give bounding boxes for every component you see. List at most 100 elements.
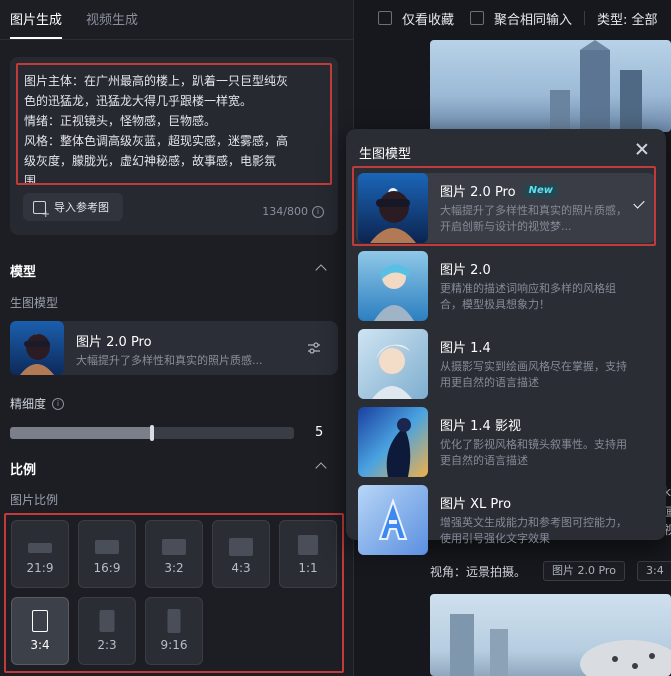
model-option-xl-pro[interactable]: 图片 XL Pro 增强英文生成能力和参考图可控能力，使用引号强化文字效果 — [356, 485, 656, 555]
ratio-label: 3:4 — [30, 638, 50, 652]
model-option-title: 图片 XL Pro — [440, 497, 512, 512]
model-option-title: 图片 2.0 — [440, 263, 491, 278]
tab-video-generation[interactable]: 视频生成 — [86, 9, 138, 28]
ratio-option-2-3[interactable]: 2:3 — [78, 597, 136, 665]
gallery-caption: 视角：远景拍摄。 — [430, 565, 527, 579]
new-badge: New — [523, 183, 558, 198]
model-section-title: 模型 — [10, 265, 37, 280]
precision-value: 5 — [315, 425, 324, 440]
merge-same-input-filter[interactable]: 聚合相同输入 — [470, 9, 572, 28]
gallery-image[interactable] — [430, 594, 671, 676]
close-icon[interactable] — [634, 141, 650, 157]
prompt-box: 图片主体：在广州最高的楼上，趴着一只巨型纯灰 色的迅猛龙，迅猛龙大得几乎跟楼一样… — [10, 57, 338, 235]
type-filter-label: 类型: 全部 — [597, 12, 658, 28]
import-reference-label: 导入参考图 — [54, 201, 109, 214]
ratio-option-21-9[interactable]: 21:9 — [11, 520, 69, 588]
ratio-label: 1:1 — [298, 561, 318, 575]
gallery-model-tag[interactable]: 图片 2.0 Pro — [543, 561, 625, 581]
model-option-2-0-pro[interactable]: 图片 2.0 Pro New 大幅提升了多样性和真实的照片质感，开启创新与设计的… — [352, 166, 656, 246]
precision-label-text: 精细度 — [10, 397, 47, 411]
ratio-label: 21:9 — [26, 561, 54, 575]
model-option-1-4[interactable]: 图片 1.4 从摄影写实到绘画风格尽在掌握，支持用更自然的语言描述 — [356, 329, 656, 399]
info-icon[interactable]: i — [312, 205, 324, 218]
model-option-desc: 优化了影视风格和镜头叙事性。支持用更自然的语言描述 — [440, 438, 627, 467]
image-add-icon — [33, 200, 50, 220]
model-option-2-0[interactable]: 图片 2.0 更精准的描述词响应和多样的风格组合，模型极具想象力！ — [356, 251, 656, 321]
slider-handle[interactable] — [150, 425, 154, 441]
ratio-shape-icon — [28, 543, 52, 553]
import-reference-button[interactable]: 导入参考图 — [23, 193, 123, 221]
model-option-desc: 更精准的描述词响应和多样的风格组合，模型极具想象力！ — [440, 282, 616, 311]
dropdown-title: 生图模型 — [359, 147, 412, 162]
model-option-1-4-cinematic[interactable]: 图片 1.4 影视 优化了影视风格和镜头叙事性。支持用更自然的语言描述 — [356, 407, 656, 477]
ratio-label: 16:9 — [93, 561, 121, 575]
mode-tabs: 图片生成 视频生成 — [0, 0, 354, 40]
model-option-name: 图片 2.0 — [440, 259, 491, 278]
ratio-option-3-4[interactable]: 3:4 — [11, 597, 69, 665]
tab-image-generation[interactable]: 图片生成 — [10, 9, 62, 28]
ratio-option-1-1[interactable]: 1:1 — [279, 520, 337, 588]
char-counter: 134/800 i — [262, 205, 324, 218]
prompt-line: 风格：整体色调高级灰蓝，超现实感，迷雾感，高 — [24, 134, 289, 148]
prompt-line: 图片主体：在广州最高的楼上，趴着一只巨型纯灰 — [24, 74, 289, 88]
collapse-chevron-icon[interactable] — [315, 264, 327, 276]
prompt-line: 色的迅猛龙，迅猛龙大得几乎跟楼一样宽。 — [24, 94, 253, 108]
selected-model-desc: 大幅提升了多样性和真实的照片质感... — [76, 354, 263, 367]
char-count-text: 134/800 — [262, 205, 308, 218]
model-selector[interactable]: 图片 2.0 Pro 大幅提升了多样性和真实的照片质感... — [10, 321, 338, 375]
ratio-section-title: 比例 — [10, 463, 37, 478]
favorites-only-filter[interactable]: 仅看收藏 — [378, 9, 454, 28]
left-panel: 图片生成 视频生成 图片主体：在广州最高的楼上，趴着一只巨型纯灰 色的迅猛龙，迅… — [0, 0, 354, 676]
collapse-chevron-icon[interactable] — [315, 462, 327, 474]
model-option-name: 图片 1.4 — [440, 337, 491, 356]
slider-fill — [10, 427, 152, 439]
prompt-line: 级灰度，朦胧光，虚幻神秘感，故事感，电影氛 — [24, 154, 277, 168]
ratio-sublabel: 图片比例 — [10, 493, 59, 507]
ratio-option-16-9[interactable]: 16:9 — [78, 520, 136, 588]
type-filter[interactable]: 类型: 全部 — [597, 9, 658, 28]
ratio-option-3-2[interactable]: 3:2 — [145, 520, 203, 588]
ratio-shape-icon — [167, 609, 181, 633]
ratio-label: 2:3 — [97, 638, 117, 652]
check-icon — [633, 197, 645, 209]
ratio-option-9-16[interactable]: 9:16 — [145, 597, 203, 665]
model-thumbnail — [358, 485, 428, 555]
model-dropdown: 生图模型 图片 2.0 Pro New 大幅提升了多样性和真实的照片质感，开启创… — [346, 129, 666, 555]
model-option-title: 图片 1.4 — [440, 341, 491, 356]
model-thumbnail — [358, 173, 428, 243]
ratio-option-4-3[interactable]: 4:3 — [212, 520, 270, 588]
gallery-image[interactable] — [430, 40, 671, 132]
model-thumbnail — [358, 329, 428, 399]
precision-label: 精细度 i — [10, 395, 65, 412]
model-option-desc: 增强英文生成能力和参考图可控能力，使用引号强化文字效果 — [440, 516, 627, 545]
checkbox[interactable] — [378, 11, 392, 25]
active-tab-indicator — [10, 37, 62, 39]
model-option-desc: 从摄影写实到绘画风格尽在掌握，支持用更自然的语言描述 — [440, 360, 627, 389]
precision-slider[interactable] — [10, 425, 294, 441]
info-icon[interactable]: i — [52, 397, 65, 410]
prompt-line: 围 — [24, 174, 37, 185]
ratio-label: 3:2 — [164, 561, 184, 575]
ratio-shape-icon — [298, 535, 318, 555]
model-option-desc: 大幅提升了多样性和真实的照片质感，开启创新与设计的视觉梦... — [440, 204, 627, 233]
divider — [584, 11, 586, 25]
ratio-label: 4:3 — [231, 561, 251, 575]
prompt-line: 情绪：正视镜头，怪物感，巨物感。 — [24, 114, 217, 128]
checkbox[interactable] — [470, 11, 485, 25]
favorites-only-label: 仅看收藏 — [402, 12, 455, 28]
model-option-title: 图片 1.4 影视 — [440, 419, 521, 434]
model-option-name: 图片 1.4 影视 — [440, 415, 521, 434]
model-thumbnail — [358, 251, 428, 321]
selected-model-name: 图片 2.0 Pro — [76, 335, 152, 350]
ratio-shape-icon — [95, 540, 119, 554]
sliders-icon[interactable] — [306, 340, 322, 356]
prompt-textarea[interactable]: 图片主体：在广州最高的楼上，趴着一只巨型纯灰 色的迅猛龙，迅猛龙大得几乎跟楼一样… — [16, 63, 332, 185]
ratio-shape-icon — [99, 610, 115, 632]
gallery-ratio-tag[interactable]: 3:4 — [637, 561, 671, 581]
ratio-shape-icon — [162, 539, 186, 555]
model-thumbnail — [10, 321, 64, 375]
model-option-name: 图片 2.0 Pro New — [440, 181, 558, 200]
ratio-shape-icon — [229, 538, 253, 556]
model-sublabel: 生图模型 — [10, 296, 59, 310]
model-option-title: 图片 2.0 Pro — [440, 185, 516, 200]
